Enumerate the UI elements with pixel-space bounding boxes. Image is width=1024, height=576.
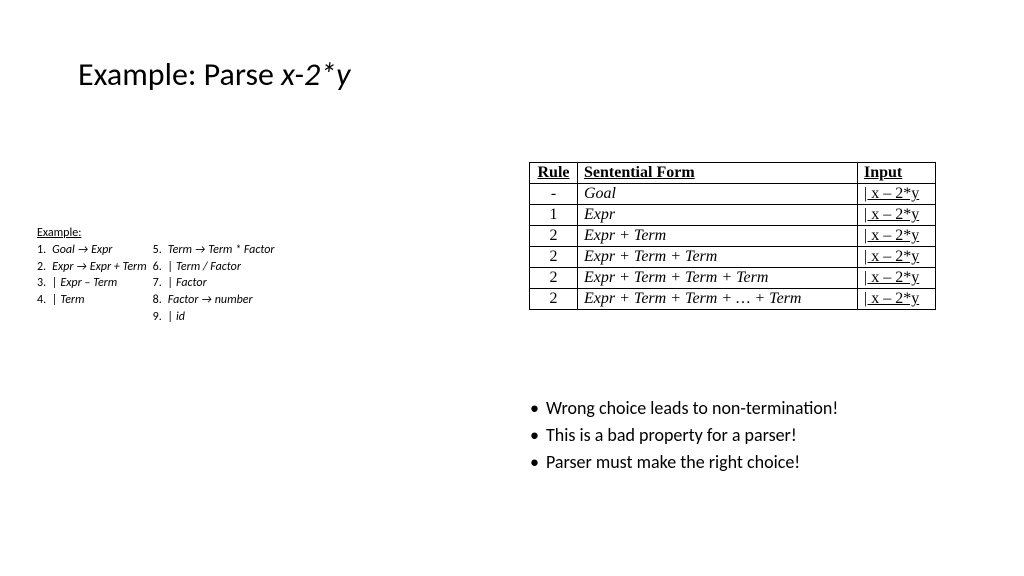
cell-form: Expr + Term + Term (578, 247, 858, 268)
grammar-rules-table: 1. Goal → Expr 5. Term → Term * Factor 2… (37, 242, 280, 326)
cell-rule: 2 (530, 289, 578, 310)
rule-number: 4. (37, 292, 52, 309)
bullet-list: • Wrong choice leads to non-termination!… (530, 395, 838, 476)
cell-form: Expr (578, 205, 858, 226)
rule-body (52, 309, 153, 326)
grammar-example: Example: 1. Goal → Expr 5. Term → Term *… (37, 225, 280, 326)
cell-form: Expr + Term (578, 226, 858, 247)
rule-body: | Factor (168, 275, 281, 292)
cell-rule: 1 (530, 205, 578, 226)
rule-number: 1. (37, 242, 52, 259)
rule-body: | id (168, 309, 281, 326)
bullet-icon: • (530, 449, 546, 476)
rule-number: 3. (37, 275, 52, 292)
rule-body: | Term / Factor (168, 259, 281, 276)
col-header-form: Sentential Form (578, 163, 858, 184)
cell-input: | x – 2*y (858, 184, 936, 205)
rule-body: Goal → Expr (52, 242, 153, 259)
table-header-row: Rule Sentential Form Input (530, 163, 936, 184)
grammar-heading: Example: (37, 225, 280, 242)
table-row: 2 Expr + Term + Term + … + Term | x – 2*… (530, 289, 936, 310)
table-row: 2 Expr + Term + Term + Term | x – 2*y (530, 268, 936, 289)
bullet-icon: • (530, 395, 546, 422)
table-row: 1 Expr | x – 2*y (530, 205, 936, 226)
grammar-row: 2. Expr → Expr + Term 6. | Term / Factor (37, 259, 280, 276)
cell-input: | x – 2*y (858, 247, 936, 268)
parse-trace-table: Rule Sentential Form Input - Goal | x – … (529, 162, 936, 310)
grammar-row: 3. | Expr – Term 7. | Factor (37, 275, 280, 292)
rule-body: | Expr – Term (52, 275, 153, 292)
title-prefix: Example: Parse (78, 55, 281, 94)
cell-form: Expr + Term + Term + Term (578, 268, 858, 289)
slide-title: Example: Parse x-2*y (78, 55, 350, 94)
list-item: • This is a bad property for a parser! (530, 422, 838, 449)
rule-number: 7. (153, 275, 168, 292)
grammar-row: 4. | Term 8. Factor → number (37, 292, 280, 309)
table-row: - Goal | x – 2*y (530, 184, 936, 205)
rule-body: Term → Term * Factor (168, 242, 281, 259)
cell-form: Expr + Term + Term + … + Term (578, 289, 858, 310)
rule-number: 8. (153, 292, 168, 309)
grammar-row: 1. Goal → Expr 5. Term → Term * Factor (37, 242, 280, 259)
rule-number: 2. (37, 259, 52, 276)
cell-rule: 2 (530, 268, 578, 289)
cell-input: | x – 2*y (858, 289, 936, 310)
rule-number: 5. (153, 242, 168, 259)
bullet-text: Parser must make the right choice! (546, 449, 800, 476)
bullet-icon: • (530, 422, 546, 449)
rule-body: Factor → number (168, 292, 281, 309)
cell-rule: 2 (530, 226, 578, 247)
col-header-rule: Rule (530, 163, 578, 184)
cell-input: | x – 2*y (858, 268, 936, 289)
title-expression: x-2*y (281, 55, 350, 94)
table-row: 2 Expr + Term | x – 2*y (530, 226, 936, 247)
cell-rule: - (530, 184, 578, 205)
bullet-text: Wrong choice leads to non-termination! (546, 395, 838, 422)
cell-input: | x – 2*y (858, 205, 936, 226)
grammar-row: 9. | id (37, 309, 280, 326)
bullet-text: This is a bad property for a parser! (546, 422, 797, 449)
cell-rule: 2 (530, 247, 578, 268)
rule-body: Expr → Expr + Term (52, 259, 153, 276)
list-item: • Parser must make the right choice! (530, 449, 838, 476)
rule-number: 9. (153, 309, 168, 326)
table-row: 2 Expr + Term + Term | x – 2*y (530, 247, 936, 268)
cell-form: Goal (578, 184, 858, 205)
rule-number: 6. (153, 259, 168, 276)
col-header-input: Input (858, 163, 936, 184)
list-item: • Wrong choice leads to non-termination! (530, 395, 838, 422)
cell-input: | x – 2*y (858, 226, 936, 247)
rule-number (37, 309, 52, 326)
rule-body: | Term (52, 292, 153, 309)
